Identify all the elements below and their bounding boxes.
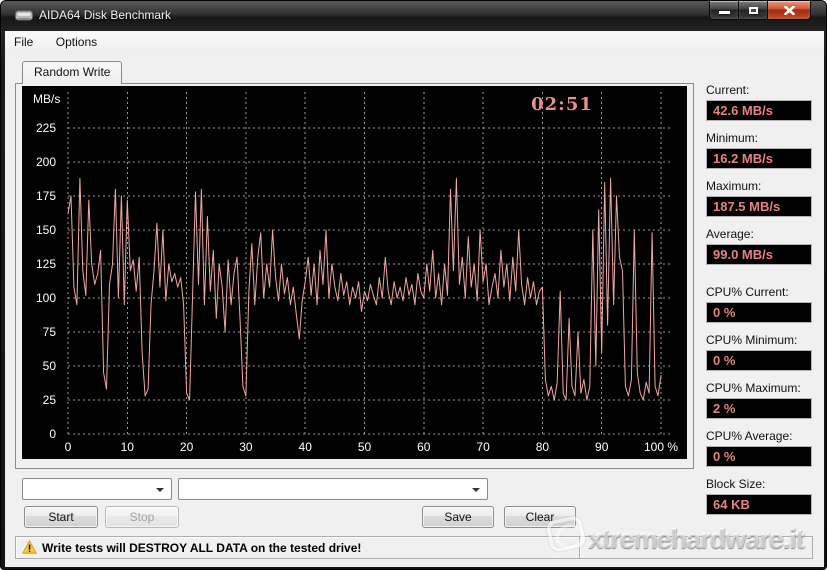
chevron-down-icon bbox=[472, 488, 480, 492]
close-icon bbox=[784, 6, 795, 15]
start-button[interactable]: Start bbox=[24, 506, 98, 528]
svg-text:150: 150 bbox=[36, 223, 56, 237]
minimize-button[interactable] bbox=[709, 1, 739, 20]
svg-text:80: 80 bbox=[536, 440, 550, 454]
close-button[interactable] bbox=[767, 1, 811, 20]
svg-text:225: 225 bbox=[36, 121, 56, 135]
stat-cpu-maximum: CPU% Maximum: 2 % bbox=[706, 381, 812, 421]
stat-minimum: Minimum: 16.2 MB/s bbox=[706, 131, 812, 171]
svg-text:100 %: 100 % bbox=[644, 440, 678, 454]
svg-text:0: 0 bbox=[49, 427, 56, 441]
status-warning-text: Write tests will DESTROY ALL DATA on the… bbox=[42, 541, 361, 555]
clear-button[interactable]: Clear bbox=[504, 506, 576, 528]
caption-buttons bbox=[709, 1, 811, 20]
stat-block-size: Block Size: 64 KB bbox=[706, 477, 812, 517]
stat-value: 2 % bbox=[706, 398, 812, 419]
svg-text:90: 90 bbox=[595, 440, 609, 454]
svg-text:30: 30 bbox=[239, 440, 253, 454]
svg-text:40: 40 bbox=[299, 440, 313, 454]
app-window: AIDA64 Disk Benchmark File Options Rando… bbox=[0, 0, 827, 570]
stat-cpu-average: CPU% Average: 0 % bbox=[706, 429, 812, 469]
svg-text:60: 60 bbox=[417, 440, 431, 454]
title-bar[interactable]: AIDA64 Disk Benchmark bbox=[1, 1, 826, 31]
stat-label: CPU% Maximum: bbox=[706, 381, 812, 395]
stat-label: CPU% Current: bbox=[706, 285, 812, 299]
stat-label: Current: bbox=[706, 83, 812, 97]
stat-value: 64 KB bbox=[706, 494, 812, 515]
stat-label: Block Size: bbox=[706, 477, 812, 491]
maximize-button[interactable] bbox=[739, 1, 767, 20]
stat-maximum: Maximum: 187.5 MB/s bbox=[706, 179, 812, 219]
stat-label: Average: bbox=[706, 227, 812, 241]
stat-cpu-minimum: CPU% Minimum: 0 % bbox=[706, 333, 812, 373]
drive-select[interactable]: Disk Drive #2 [SPCC SSD101] (111.8 GB) bbox=[178, 478, 488, 500]
maximize-icon bbox=[749, 7, 758, 14]
warning-icon bbox=[22, 540, 37, 554]
minimize-icon bbox=[719, 11, 730, 14]
chevron-down-icon bbox=[156, 488, 164, 492]
stat-average: Average: 99.0 MB/s bbox=[706, 227, 812, 267]
test-type-select[interactable]: Random Write bbox=[22, 478, 172, 500]
stat-label: CPU% Average: bbox=[706, 429, 812, 443]
svg-text:10: 10 bbox=[121, 440, 135, 454]
svg-text:100: 100 bbox=[36, 291, 56, 305]
svg-text:70: 70 bbox=[476, 440, 490, 454]
client-area: File Options Random Write 02550751001251… bbox=[5, 31, 824, 567]
menu-bar: File Options bbox=[5, 31, 824, 54]
svg-text:175: 175 bbox=[36, 189, 56, 203]
stat-current: Current: 42.6 MB/s bbox=[706, 83, 812, 123]
window-title: AIDA64 Disk Benchmark bbox=[39, 8, 171, 22]
y-axis-unit: MB/s bbox=[33, 92, 60, 106]
elapsed-timer: 02:51 bbox=[522, 94, 602, 115]
stat-label: CPU% Minimum: bbox=[706, 333, 812, 347]
svg-text:20: 20 bbox=[180, 440, 194, 454]
svg-text:200: 200 bbox=[36, 155, 56, 169]
stat-value: 0 % bbox=[706, 302, 812, 323]
benchmark-chart: 0 25 50 75 100 125 150 175 200 225 0 10 20 30 40 50 60 70… bbox=[22, 86, 687, 459]
stat-cpu-current: CPU% Current: 0 % bbox=[706, 285, 812, 325]
stat-label: Minimum: bbox=[706, 131, 812, 145]
save-button[interactable]: Save bbox=[422, 506, 494, 528]
menu-file[interactable]: File bbox=[5, 31, 42, 54]
svg-text:0: 0 bbox=[65, 440, 72, 454]
stop-button[interactable]: Stop bbox=[105, 506, 179, 528]
tab-random-write[interactable]: Random Write bbox=[22, 61, 122, 84]
stat-label: Maximum: bbox=[706, 179, 812, 193]
svg-text:125: 125 bbox=[36, 257, 56, 271]
chart-plot: 0 25 50 75 100 125 150 175 200 225 0 10 20 30 40 50 60 70… bbox=[22, 86, 687, 459]
stat-value: 99.0 MB/s bbox=[706, 244, 812, 265]
svg-text:50: 50 bbox=[43, 359, 57, 373]
status-bar: Write tests will DESTROY ALL DATA on the… bbox=[15, 536, 813, 559]
disk-icon bbox=[15, 10, 33, 22]
stat-value: 42.6 MB/s bbox=[706, 100, 812, 121]
statusbar-divider bbox=[579, 537, 580, 558]
menu-options[interactable]: Options bbox=[47, 31, 106, 54]
svg-text:75: 75 bbox=[43, 325, 57, 339]
svg-text:50: 50 bbox=[358, 440, 372, 454]
stat-value: 0 % bbox=[706, 446, 812, 467]
svg-text:25: 25 bbox=[43, 393, 57, 407]
stat-value: 0 % bbox=[706, 350, 812, 371]
stat-value: 16.2 MB/s bbox=[706, 148, 812, 169]
stat-value: 187.5 MB/s bbox=[706, 196, 812, 217]
